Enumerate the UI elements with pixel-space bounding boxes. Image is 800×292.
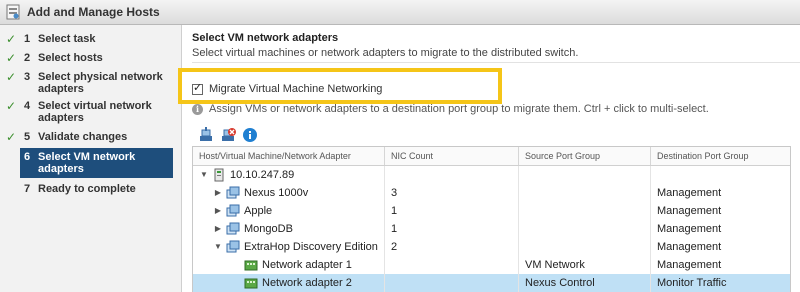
- destination-port-group[interactable]: Management: [651, 184, 790, 202]
- reset-changes-icon[interactable]: [220, 127, 236, 143]
- expand-toggle-icon[interactable]: ▶: [213, 220, 223, 238]
- check-icon: ✓: [6, 70, 17, 84]
- step-select-virtual-adapters[interactable]: ✓ 4 Select virtual network adapters: [0, 100, 181, 124]
- table-row[interactable]: ▼ 10.10.247.89: [193, 166, 790, 184]
- row-name: ExtraHop Discovery Edition: [244, 241, 378, 253]
- assign-port-group-icon[interactable]: [198, 127, 214, 143]
- vm-adapter-table: Host/Virtual Machine/Network Adapter NIC…: [192, 146, 791, 292]
- migrate-networking-label[interactable]: Migrate Virtual Machine Networking: [209, 83, 382, 95]
- source-port-group: VM Network: [519, 256, 651, 274]
- row-name: Network adapter 1: [262, 259, 352, 271]
- vm-icon: [226, 222, 240, 235]
- column-header-nic-count[interactable]: NIC Count: [385, 147, 519, 165]
- source-port-group: [519, 202, 651, 220]
- step-ready-to-complete[interactable]: 7 Ready to complete: [0, 183, 181, 195]
- destination-port-group[interactable]: Management: [651, 202, 790, 220]
- vm-icon: [226, 240, 240, 253]
- vm-icon: [226, 204, 240, 217]
- destination-port-group[interactable]: Monitor Traffic: [651, 274, 790, 292]
- step-number: 2: [24, 52, 31, 64]
- info-button-icon[interactable]: [242, 127, 258, 143]
- nic-count: 1: [385, 202, 519, 220]
- step-label: Select VM network adapters: [38, 151, 136, 175]
- window-title: Add and Manage Hosts: [27, 5, 160, 19]
- wizard-steps-sidebar: ✓ 1 Select task ✓ 2 Select hosts ✓ 3 Sel…: [0, 25, 182, 292]
- expand-toggle-icon[interactable]: ▶: [213, 184, 223, 202]
- row-name: Nexus 1000v: [244, 187, 309, 199]
- nic-count: [385, 166, 519, 184]
- nic-count: [385, 256, 519, 274]
- step-number: 5: [24, 131, 31, 143]
- step-number: 6: [24, 151, 31, 163]
- column-header-destination-port-group[interactable]: Destination Port Group: [651, 147, 790, 165]
- info-icon: i: [192, 103, 203, 115]
- expand-toggle-icon[interactable]: ▶: [213, 202, 223, 220]
- row-name: 10.10.247.89: [230, 169, 295, 181]
- window-titlebar: Add and Manage Hosts: [0, 0, 800, 25]
- source-port-group: Nexus Control: [519, 274, 651, 292]
- table-row-selected[interactable]: Network adapter 2 Nexus Control Monitor …: [193, 274, 790, 292]
- step-select-vm-adapters[interactable]: 6 Select VM network adapters: [20, 148, 173, 178]
- nic-count: 2: [385, 238, 519, 256]
- step-number: 1: [24, 33, 31, 45]
- row-name: Apple: [244, 205, 273, 217]
- check-icon: ✓: [6, 99, 17, 113]
- step-label: Select physical network adapters: [38, 71, 163, 95]
- network-adapter-icon: [244, 278, 258, 289]
- step-label: Select hosts: [38, 52, 103, 64]
- source-port-group: [519, 184, 651, 202]
- step-label: Validate changes: [38, 131, 128, 143]
- step-select-task[interactable]: ✓ 1 Select task: [0, 33, 181, 45]
- column-header-host[interactable]: Host/Virtual Machine/Network Adapter: [193, 147, 385, 165]
- step-select-hosts[interactable]: ✓ 2 Select hosts: [0, 52, 181, 64]
- table-row[interactable]: ▼ ExtraHop Discovery Edition 2 Managemen…: [193, 238, 790, 256]
- hosts-wizard-icon: [6, 4, 20, 20]
- migrate-networking-checkbox-row[interactable]: Migrate Virtual Machine Networking: [192, 81, 382, 95]
- expand-toggle-icon[interactable]: ▼: [213, 238, 223, 256]
- step-label: Ready to complete: [38, 183, 136, 195]
- check-icon: ✓: [6, 130, 17, 144]
- step-validate-changes[interactable]: ✓ 5 Validate changes: [0, 131, 181, 143]
- info-line: i Assign VMs or network adapters to a de…: [192, 103, 709, 115]
- step-number: 3: [24, 71, 31, 83]
- row-name: MongoDB: [244, 223, 293, 235]
- row-name: Network adapter 2: [262, 277, 352, 289]
- nic-count: 1: [385, 220, 519, 238]
- table-header: Host/Virtual Machine/Network Adapter NIC…: [193, 147, 790, 166]
- table-toolbar: [198, 127, 258, 143]
- step-select-physical-adapters[interactable]: ✓ 3 Select physical network adapters: [0, 71, 181, 95]
- vm-icon: [226, 186, 240, 199]
- nic-count: [385, 274, 519, 292]
- destination-port-group[interactable]: Management: [651, 220, 790, 238]
- source-port-group: [519, 238, 651, 256]
- check-icon: ✓: [6, 51, 17, 65]
- destination-port-group[interactable]: Management: [651, 256, 790, 274]
- column-header-source-port-group[interactable]: Source Port Group: [519, 147, 651, 165]
- migrate-networking-checkbox[interactable]: [192, 81, 203, 95]
- destination-port-group[interactable]: Management: [651, 238, 790, 256]
- table-row[interactable]: Network adapter 1 VM Network Management: [193, 256, 790, 274]
- source-port-group: [519, 166, 651, 184]
- nic-count: 3: [385, 184, 519, 202]
- info-text: Assign VMs or network adapters to a dest…: [209, 103, 709, 115]
- step-number: 4: [24, 100, 31, 112]
- expand-toggle-icon[interactable]: ▼: [199, 166, 209, 184]
- check-icon: ✓: [6, 32, 17, 46]
- table-row[interactable]: ▶ Apple 1 Management: [193, 202, 790, 220]
- table-row[interactable]: ▶ Nexus 1000v 3 Management: [193, 184, 790, 202]
- page-title: Select VM network adapters: [192, 32, 339, 44]
- page-subtitle: Select virtual machines or network adapt…: [192, 47, 579, 59]
- network-adapter-icon: [244, 260, 258, 271]
- host-icon: [214, 168, 224, 182]
- step-number: 7: [24, 183, 31, 195]
- divider: [192, 62, 800, 63]
- table-row[interactable]: ▶ MongoDB 1 Management: [193, 220, 790, 238]
- destination-port-group[interactable]: [651, 166, 790, 184]
- step-label: Select task: [38, 33, 96, 45]
- step-label: Select virtual network adapters: [38, 100, 152, 124]
- source-port-group: [519, 220, 651, 238]
